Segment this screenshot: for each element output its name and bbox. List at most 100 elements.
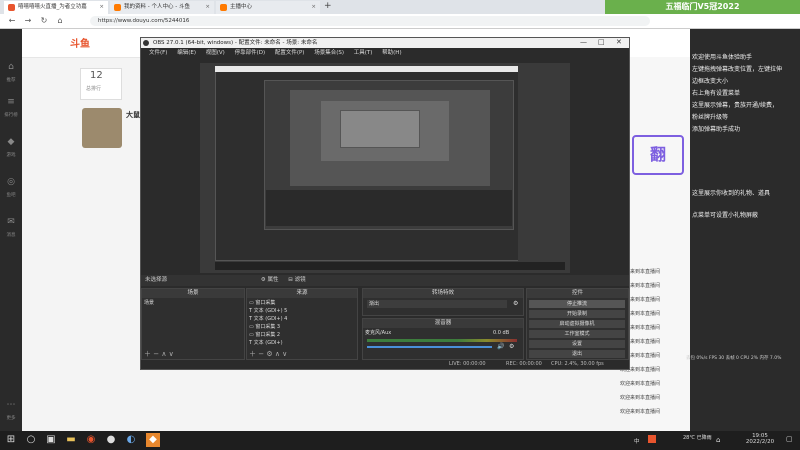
close-icon[interactable]: ✕	[616, 38, 622, 46]
home-icon[interactable]: ⌂	[54, 15, 66, 27]
source-item[interactable]: ▭ 窗口采集	[249, 299, 275, 307]
scene-toolbar[interactable]: ＋ − ∧ ∨	[144, 350, 174, 358]
source-item[interactable]: ▭ 窗口采集 3	[249, 323, 280, 331]
minimize-icon[interactable]: —	[580, 38, 587, 46]
menu-edit[interactable]: 编辑(E)	[177, 48, 196, 58]
ranking-icon[interactable]: ≡	[4, 97, 18, 111]
menu-docks[interactable]: 停靠部件(D)	[235, 48, 266, 58]
file-explorer-icon[interactable]: ▬	[64, 433, 78, 447]
filters-button[interactable]: 滤镜	[295, 277, 306, 283]
forward-icon[interactable]: →	[22, 15, 34, 27]
transition-select[interactable]: 渐出	[367, 300, 507, 308]
reload-icon[interactable]: ↻	[38, 15, 50, 27]
left-nav-label: 排行榜	[4, 113, 18, 118]
maximize-icon[interactable]: □	[598, 38, 605, 46]
new-tab-button[interactable]: +	[324, 1, 332, 11]
browser-tab-1[interactable]: 我的资料 - 个人中心 - 斗鱼 ×	[110, 1, 214, 14]
weather-widget[interactable]: 28℃ 已降雨	[683, 434, 713, 441]
source-item[interactable]: T 文本 (GDI+) 4	[249, 315, 287, 323]
stop-streaming-button[interactable]: 停止推流	[529, 300, 625, 308]
top-banner: 五福临门V5冠2022	[605, 0, 800, 14]
speaker-icon[interactable]: 🔊	[497, 343, 504, 350]
tab-label: 我的资料 - 个人中心 - 斗鱼	[124, 4, 190, 10]
promo-badge: 翻	[632, 135, 684, 175]
source-toolbar[interactable]: ＋ − ⚙ ∧ ∨	[249, 350, 287, 358]
clock-date: 2022/2/20	[745, 439, 775, 445]
search-icon[interactable]: ○	[24, 433, 38, 447]
windows-start-icon[interactable]: ⊞	[4, 433, 18, 447]
studio-mode-button[interactable]: 工作室模式	[529, 330, 625, 338]
start-recording-button[interactable]: 开始录制	[529, 310, 625, 318]
rec-timer: REC: 00:00:00	[506, 361, 542, 367]
settings-button[interactable]: 设置	[529, 340, 625, 348]
browser-tab-0[interactable]: 嘻嘻嘻嘻火直播_为者立功嘉 ×	[4, 1, 108, 14]
gear-icon[interactable]: ⚙	[261, 277, 266, 283]
source-item[interactable]: ▭ 窗口采集 2	[249, 331, 280, 339]
app-icon[interactable]: ◆	[146, 433, 160, 447]
menu-profile[interactable]: 配置文件(P)	[275, 48, 305, 58]
audio-meter	[367, 339, 517, 342]
network-icon[interactable]: ⌂	[716, 436, 720, 444]
close-icon[interactable]: ×	[205, 1, 210, 14]
source-item[interactable]: T 文本 (GDI+) 5	[249, 307, 287, 315]
close-icon[interactable]: ×	[311, 1, 316, 14]
notification-icon[interactable]: ▢	[786, 435, 793, 443]
menu-scene-collection[interactable]: 场景集合(S)	[314, 48, 344, 58]
audio-mixer-dock: 混音器 麦克风/Aux 0.0 dB 🔊 ⚙	[362, 318, 524, 360]
nested-capture-5	[340, 110, 420, 148]
menu-file[interactable]: 文件(F)	[149, 48, 167, 58]
source-label: 窗口采集	[255, 300, 276, 306]
menu-tools[interactable]: 工具(T)	[354, 48, 373, 58]
message-icon[interactable]: ✉	[4, 217, 18, 231]
source-label: 窗口采集 3	[255, 324, 281, 330]
nested-obs-docks	[266, 190, 512, 226]
site-logo[interactable]: 斗鱼	[70, 35, 90, 50]
input-language[interactable]: 中	[634, 437, 640, 445]
gear-icon[interactable]: ⚙	[513, 300, 518, 307]
more-icon[interactable]: ⋯	[4, 400, 18, 414]
assistant-line: 点菜单可设置小礼物屏蔽	[692, 212, 759, 219]
controls-dock: 控件 停止推流 开始录制 启动虚拟摄像机 工作室模式 设置 退出	[526, 288, 629, 360]
browser-tab-2[interactable]: 主播中心 ×	[216, 1, 320, 14]
properties-button[interactable]: 属性	[267, 277, 278, 283]
tab-label: 主播中心	[230, 4, 253, 10]
chat-row: 欢迎来到本直播间	[620, 395, 661, 401]
steam-icon[interactable]: ◐	[124, 433, 138, 447]
menu-view[interactable]: 视图(V)	[206, 48, 225, 58]
gear-icon[interactable]: ⚙	[509, 343, 514, 350]
filter-icon[interactable]: ⊟	[288, 277, 293, 283]
game-icon[interactable]: ◆	[4, 137, 18, 151]
back-icon[interactable]: ←	[6, 15, 18, 27]
source-label: 文本 (GDI+) 5	[253, 308, 288, 314]
close-icon[interactable]: ×	[99, 1, 104, 14]
source-toolbar: 未选择源 ⚙ 属性 ⊟ 滤镜	[141, 275, 629, 286]
cpu-fps: CPU: 2.4%, 30.00 fps	[551, 361, 604, 367]
volume-slider[interactable]	[367, 346, 492, 348]
source-label: 文本 (GDI+)	[253, 340, 283, 346]
taskbar-clock[interactable]: 19:05 2022/2/20	[738, 433, 782, 445]
url-field[interactable]: https://www.douyu.com/5244016	[90, 16, 650, 26]
source-item[interactable]: T 文本 (GDI+)	[249, 339, 283, 347]
menu-help[interactable]: 帮助(H)	[382, 48, 401, 58]
source-label: 文本 (GDI+) 4	[253, 316, 288, 322]
avatar[interactable]	[82, 108, 122, 148]
start-virtual-camera-button[interactable]: 启动虚拟摄像机	[529, 320, 625, 328]
left-nav-label: 推荐	[6, 78, 16, 83]
scene-item[interactable]: 场景	[144, 299, 154, 307]
home-icon[interactable]: ⌂	[4, 62, 18, 76]
streamer-name[interactable]: 大鼠	[126, 110, 140, 120]
exit-button[interactable]: 退出	[529, 350, 625, 358]
browser-icon[interactable]: ◉	[84, 433, 98, 447]
dock-header: 场景	[142, 289, 244, 298]
task-view-icon[interactable]: ▣	[44, 433, 58, 447]
dock-header: 转场特效	[363, 289, 523, 298]
mixer-level: 0.0 dB	[493, 330, 510, 336]
assistant-line: 边框改变大小	[692, 78, 729, 85]
stream-stats: 丢包 0%/s FPS 30 丢帧 0 CPU 2% 内存 7.0%	[686, 356, 782, 361]
obs-status-bar: LIVE: 00:00:00 REC: 00:00:00 CPU: 2.4%, …	[141, 360, 629, 369]
left-nav-label: 更多	[6, 416, 16, 421]
tray-app-icon[interactable]	[648, 435, 656, 443]
group-icon[interactable]: ◎	[4, 177, 18, 191]
obs-icon[interactable]: ●	[104, 433, 118, 447]
nested-taskbar	[215, 262, 565, 270]
